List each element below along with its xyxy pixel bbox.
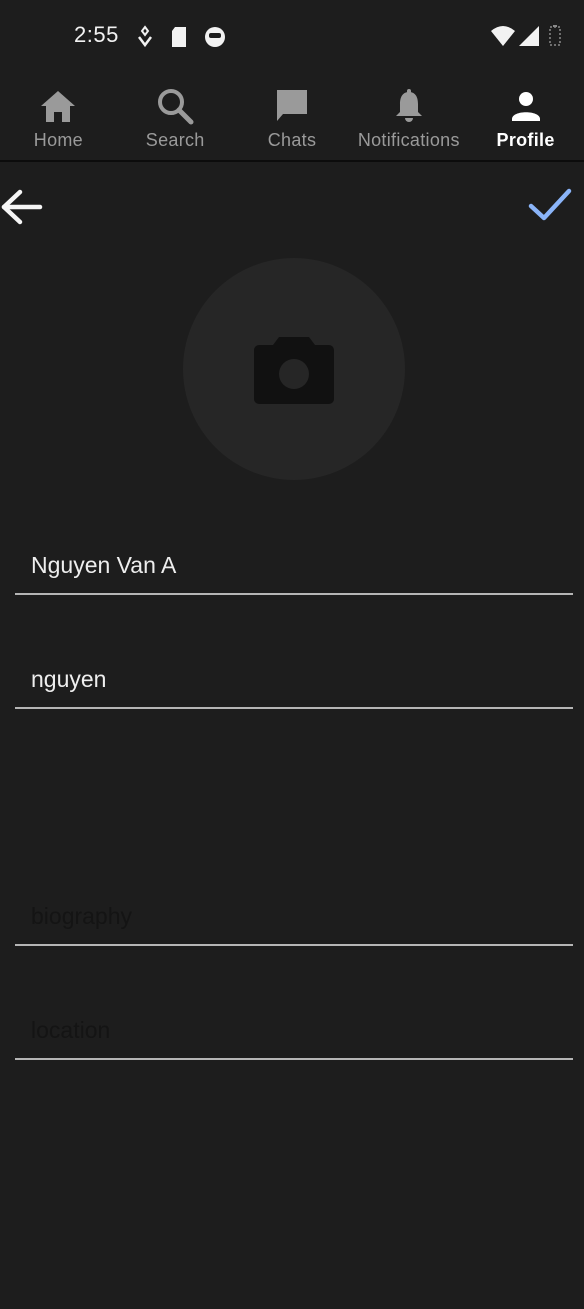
home-icon xyxy=(36,86,80,126)
nav-label-chats: Chats xyxy=(267,130,317,150)
top-navigation-bar: Home Search Chats Notifications Profile xyxy=(0,80,584,162)
back-button[interactable] xyxy=(0,184,46,230)
search-icon xyxy=(153,86,197,126)
edit-profile-app-bar xyxy=(0,170,584,240)
nav-label-notifications: Notifications xyxy=(357,130,460,150)
check-icon xyxy=(528,188,572,221)
nav-label-home: Home xyxy=(33,130,83,150)
cell-signal-icon xyxy=(518,25,540,52)
nav-label-search: Search xyxy=(145,130,205,150)
nav-item-profile[interactable]: Profile xyxy=(467,80,584,160)
app-face-icon xyxy=(203,25,227,54)
sd-card-icon xyxy=(170,25,188,54)
wifi-icon xyxy=(490,25,516,52)
biography-field[interactable] xyxy=(15,876,573,946)
chat-icon xyxy=(270,86,314,126)
status-bar: 2:55 xyxy=(0,0,584,74)
edit-profile-screen: 2:55 Home Search Chats Notifications Pro… xyxy=(0,0,584,1309)
nav-item-home[interactable]: Home xyxy=(0,80,117,160)
biography-input[interactable] xyxy=(31,903,551,930)
username-input[interactable] xyxy=(31,666,551,693)
person-icon xyxy=(504,86,548,126)
confirm-button[interactable] xyxy=(526,182,574,230)
arrow-back-icon xyxy=(1,189,43,225)
nav-item-notifications[interactable]: Notifications xyxy=(350,80,467,160)
nav-label-profile: Profile xyxy=(496,130,555,150)
name-field[interactable] xyxy=(15,525,573,595)
nav-item-chats[interactable]: Chats xyxy=(234,80,351,160)
username-field[interactable] xyxy=(15,639,573,709)
camera-icon xyxy=(254,337,334,404)
name-input[interactable] xyxy=(31,552,551,579)
battery-icon xyxy=(548,25,562,52)
avatar-picker[interactable] xyxy=(183,258,405,480)
status-time: 2:55 xyxy=(74,22,119,47)
location-field[interactable] xyxy=(15,990,573,1060)
location-input[interactable] xyxy=(31,1017,551,1044)
notification-app-icon xyxy=(136,25,154,54)
nav-item-search[interactable]: Search xyxy=(117,80,234,160)
bell-icon xyxy=(387,86,431,126)
